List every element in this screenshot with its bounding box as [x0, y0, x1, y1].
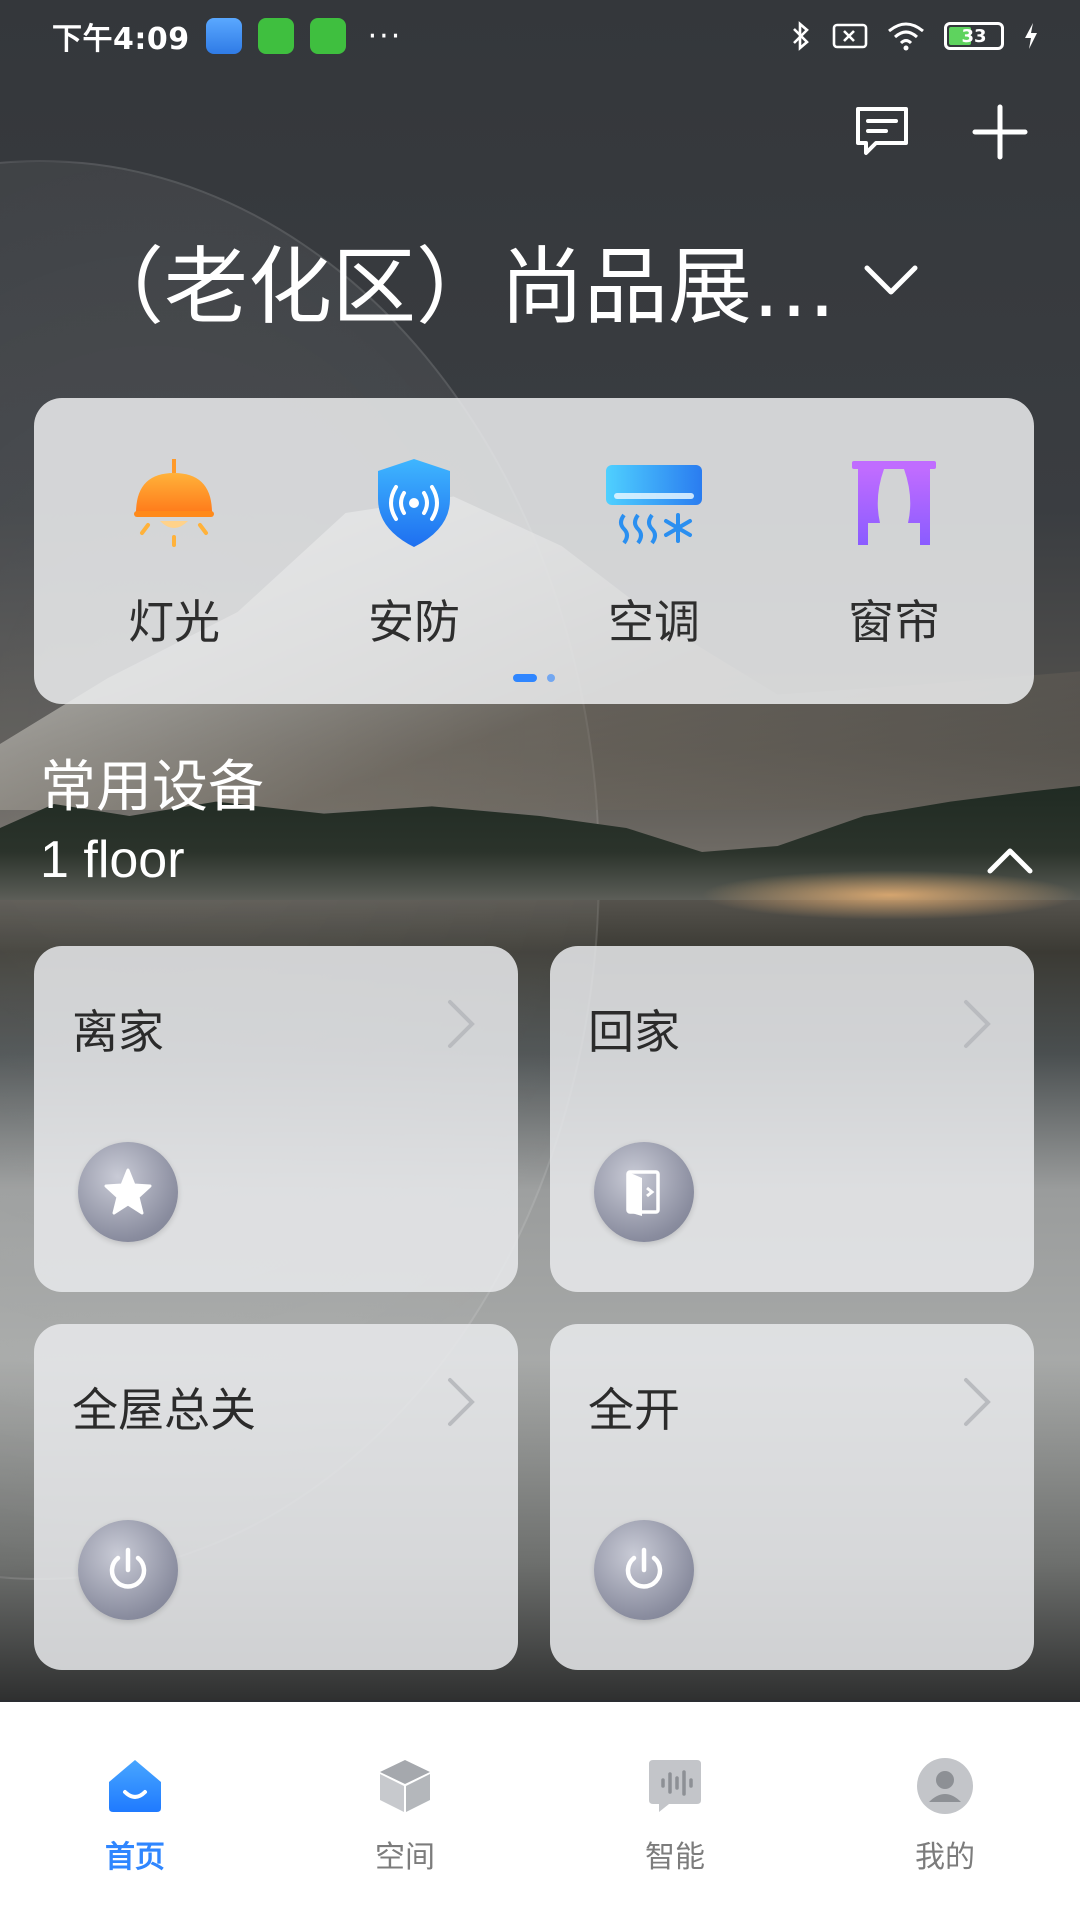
wifi-icon: [888, 22, 924, 51]
power-icon: [109, 1547, 147, 1589]
bottom-navigation: 首页 空间 智能 我的: [0, 1702, 1080, 1920]
category-card: 灯光 安防 空调 窗帘: [34, 398, 1034, 704]
chevron-up-icon[interactable]: [980, 830, 1040, 890]
shield-icon: [359, 448, 469, 558]
home-icon: [103, 1754, 167, 1818]
pager-dot-active: [513, 674, 537, 682]
chevron-right-icon: [448, 1000, 475, 1048]
scene-tile-all-off[interactable]: 全屋总关: [34, 1324, 518, 1670]
scene-icon-button[interactable]: [594, 1520, 694, 1620]
smart-icon: [643, 1754, 707, 1818]
star-icon: [104, 1168, 152, 1215]
nav-smart[interactable]: 智能: [575, 1754, 775, 1876]
scene-tile-back-home[interactable]: 回家: [550, 946, 1034, 1292]
category-curtain[interactable]: 窗帘: [794, 448, 994, 652]
category-security[interactable]: 安防: [314, 448, 514, 652]
message-icon: [856, 107, 908, 155]
air-conditioner-icon: [599, 448, 709, 558]
profile-icon: [913, 1754, 977, 1818]
status-right: 33: [788, 20, 1040, 52]
lamp-icon: [119, 448, 229, 558]
nav-space[interactable]: 空间: [305, 1754, 505, 1876]
battery-indicator: 33: [944, 22, 1004, 50]
charging-icon: [1025, 23, 1037, 49]
scene-icon-button[interactable]: [594, 1142, 694, 1242]
notification-app-icon: [309, 18, 346, 54]
add-button[interactable]: [968, 100, 1032, 164]
door-icon: [626, 1170, 660, 1216]
floor-label: 1 floor: [40, 831, 185, 889]
more-notifications: ···: [367, 18, 403, 54]
nav-me[interactable]: 我的: [845, 1754, 1045, 1876]
status-bar: 下午4:09 ··· 33: [0, 0, 1080, 72]
bluetooth-icon: [793, 21, 809, 51]
category-lighting[interactable]: 灯光: [74, 448, 274, 652]
category-pager: [513, 674, 555, 682]
home-name: （老化区）尚品展…: [80, 237, 837, 336]
category-ac[interactable]: 空调: [554, 448, 754, 652]
notification-app-icon: [205, 18, 242, 54]
scene-icon-button[interactable]: [78, 1520, 178, 1620]
no-sim-icon: [832, 23, 868, 49]
header-actions: [850, 100, 1032, 164]
plus-icon: [972, 104, 1028, 160]
scene-icon-button[interactable]: [78, 1142, 178, 1242]
chevron-right-icon: [448, 1378, 475, 1426]
scene-tile-leave-home[interactable]: 离家: [34, 946, 518, 1292]
chevron-right-icon: [964, 1378, 991, 1426]
scene-tile-all-on[interactable]: 全开: [550, 1324, 1034, 1670]
notification-app-icon: [257, 18, 294, 54]
nav-home[interactable]: 首页: [35, 1754, 235, 1876]
message-button[interactable]: [850, 100, 914, 164]
status-time: 下午4:09: [52, 22, 190, 57]
pager-dot: [547, 674, 555, 682]
floor-header[interactable]: 1 floor: [40, 830, 1040, 890]
chevron-right-icon: [964, 1000, 991, 1048]
home-selector[interactable]: （老化区）尚品展…: [80, 220, 980, 340]
power-icon: [625, 1547, 663, 1589]
section-title: 常用设备: [40, 755, 264, 820]
cube-icon: [373, 1754, 437, 1818]
chevron-down-icon: [856, 245, 926, 315]
curtain-icon: [839, 448, 949, 558]
